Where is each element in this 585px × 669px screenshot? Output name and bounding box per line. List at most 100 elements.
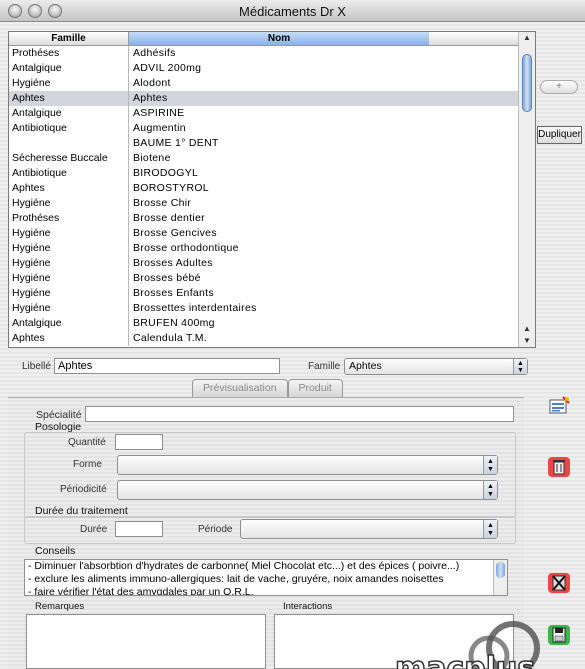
table-row[interactable]: Antalgique ADVIL 200mg — [9, 61, 519, 76]
table-row[interactable]: Aphtes Calendula T.M. — [9, 331, 519, 346]
table-row[interactable]: Hygiéne Brosse Chir — [9, 196, 519, 211]
periode-popup[interactable]: ▲ ▼ — [240, 519, 498, 539]
cell-famille: Prothéses — [9, 46, 129, 61]
cell-nom: Alodont — [133, 77, 171, 89]
add-button[interactable]: + — [540, 80, 578, 94]
table-row[interactable]: Hygiéne Brosses Adultes — [9, 256, 519, 271]
table-body: Prothéses Adhésifs Antalgique ADVIL 200mg Hy… — [9, 46, 519, 346]
scroll-down-icon[interactable]: ▼ — [519, 335, 535, 347]
popup-arrows-icon: ▲ ▼ — [483, 481, 497, 499]
cell-nom: BRUFEN 400mg — [133, 317, 215, 329]
table-row[interactable]: Antalgique BRUFEN 400mg — [9, 316, 519, 331]
column-header-spacer — [429, 32, 519, 45]
table-row[interactable]: Hygiéne Brosse orthodontique — [9, 241, 519, 256]
trash-icon[interactable] — [547, 456, 571, 478]
cell-famille: Antalgique — [9, 316, 129, 331]
periodicite-popup[interactable]: ▲ ▼ — [117, 480, 498, 500]
table-row[interactable]: Hygiéne Alodont — [9, 76, 519, 91]
table-row[interactable]: Hygiéne Brosses Enfants — [9, 286, 519, 301]
cell-famille: Hygiéne — [9, 256, 129, 271]
cell-nom: Brosse orthodontique — [133, 242, 239, 254]
cell-nom: Brosse dentier — [133, 212, 205, 224]
specialite-label: Spécialité — [36, 409, 82, 421]
remarques-textarea[interactable] — [26, 614, 266, 669]
cell-nom: Brosses Enfants — [133, 287, 214, 299]
medication-table: Famille Nom Prothéses Adhésifs Antalgique A… — [8, 31, 536, 348]
table-row[interactable]: Sécheresse Buccale Biotene — [9, 151, 519, 166]
cell-nom: Brossettes interdentaires — [133, 302, 257, 314]
tab-previsualisation[interactable]: Prévisualisation — [192, 379, 288, 397]
cell-nom: Adhésifs — [133, 47, 176, 59]
title-bar: Médicaments Dr X — [0, 0, 585, 22]
conseils-scrollbar[interactable] — [493, 560, 507, 595]
cell-famille: Antalgique — [9, 61, 129, 76]
table-row[interactable]: Aphtes Aphtes — [9, 91, 519, 106]
popup-arrows-icon: ▲ ▼ — [483, 520, 497, 538]
cancel-icon[interactable] — [547, 572, 571, 594]
cell-famille: Antibiotique — [9, 166, 129, 181]
table-row[interactable]: Antibiotique BIRODOGYL — [9, 166, 519, 181]
cell-nom: Augmentin — [133, 122, 186, 134]
conseils-title: Conseils — [35, 545, 76, 557]
cell-nom: Brosse Chir — [133, 197, 192, 209]
cell-famille: Aphtes — [9, 181, 129, 196]
tab-produit[interactable]: Produit — [287, 379, 343, 397]
libelle-input[interactable]: Aphtes — [54, 358, 280, 374]
cell-nom: BOROSTYROL — [133, 182, 209, 194]
quantite-input[interactable] — [115, 434, 163, 450]
conseils-textarea[interactable]: - Diminuer l'absorbtion d'hydrates de ca… — [24, 559, 508, 596]
table-row[interactable]: Hygiéne Brossettes interdentaires — [9, 301, 519, 316]
cell-nom: BAUME 1° DENT — [133, 137, 219, 149]
table-row[interactable]: Hygiéne Brosses bébé — [9, 271, 519, 286]
cell-famille: Prothéses — [9, 211, 129, 226]
forme-popup[interactable]: ▲ ▼ — [117, 455, 498, 475]
duplicate-button[interactable]: Dupliquer — [537, 126, 582, 144]
cell-famille: Hygiéne — [9, 196, 129, 211]
table-row[interactable]: Aphtes BOROSTYROL — [9, 181, 519, 196]
interactions-title: Interactions — [283, 601, 333, 612]
table-row[interactable]: Antibiotique Augmentin — [9, 121, 519, 136]
cell-famille: Antibiotique — [9, 121, 129, 136]
cell-nom: Brosses Adultes — [133, 257, 213, 269]
scroll-thumb[interactable] — [522, 54, 532, 112]
cell-nom: Brosse Gencives — [133, 227, 217, 239]
famille-label: Famille — [308, 361, 341, 372]
cell-famille — [9, 136, 129, 151]
famille-popup[interactable]: Aphtes ▲ ▼ — [344, 358, 528, 375]
cell-famille: Hygiéne — [9, 286, 129, 301]
column-header-nom[interactable]: Nom — [129, 32, 429, 45]
table-row[interactable]: Antalgique ASPIRINE — [9, 106, 519, 121]
tab-bar: Prévisualisation Produit — [192, 379, 343, 397]
window-content: Famille Nom Prothéses Adhésifs Antalgique A… — [0, 22, 585, 669]
specialite-input[interactable] — [85, 406, 514, 422]
famille-popup-value: Aphtes — [349, 360, 382, 372]
svg-text:macplus: macplus — [395, 651, 535, 669]
column-header-famille[interactable]: Famille — [9, 32, 129, 45]
table-row[interactable]: Hygiéne Brosse Gencives — [9, 226, 519, 241]
cell-famille: Hygiéne — [9, 301, 129, 316]
preview-icon[interactable] — [547, 395, 571, 417]
libelle-label: Libellé — [22, 361, 51, 372]
quantite-label: Quantité — [68, 437, 106, 448]
cell-famille: Hygiéne — [9, 241, 129, 256]
table-row[interactable]: Prothéses Adhésifs — [9, 46, 519, 61]
conseils-line: - Diminuer l'absorbtion d'hydrates de ca… — [28, 560, 460, 572]
cell-nom: BIRODOGYL — [133, 167, 199, 179]
cell-famille: Aphtes — [9, 91, 129, 106]
scroll-up-icon[interactable]: ▲ — [519, 32, 535, 44]
cell-famille: Sécheresse Buccale — [9, 151, 129, 166]
macplus-logo: macplus www.macplus.net — [393, 620, 585, 669]
scroll-up-arrow-icon[interactable]: ▲ — [519, 323, 535, 335]
popup-arrows-icon: ▲ ▼ — [483, 456, 497, 474]
cell-famille: Hygiéne — [9, 226, 129, 241]
table-scrollbar[interactable]: ▲ ▲ ▼ — [518, 32, 535, 347]
table-row[interactable]: Prothéses Brosse dentier — [9, 211, 519, 226]
duree-label: Durée — [80, 524, 108, 535]
table-row[interactable]: BAUME 1° DENT — [9, 136, 519, 151]
scroll-thumb[interactable] — [496, 562, 505, 578]
cell-nom: Calendula T.M. — [133, 332, 208, 344]
cell-famille: Hygiéne — [9, 271, 129, 286]
duree-input[interactable] — [115, 521, 163, 537]
cell-nom: Aphtes — [133, 92, 168, 104]
cell-famille: Hygiéne — [9, 76, 129, 91]
